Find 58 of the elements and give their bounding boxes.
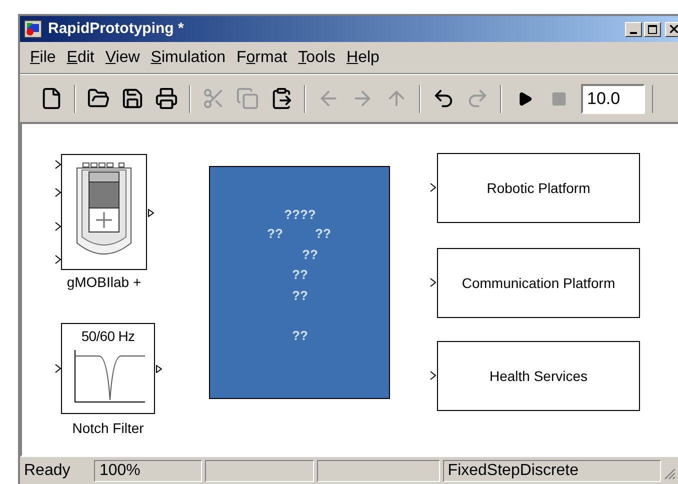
subsystem-block[interactable]: Robotic Platform [437,153,640,223]
menu-item[interactable]: Edit [62,46,98,70]
close-icon [670,25,678,33]
app-icon [24,20,42,38]
block-label: Notch Filter [71,419,145,438]
input-port-icon [55,364,61,373]
annotation-text: ?? [266,225,284,243]
menu-item[interactable]: Format [232,46,292,70]
play-icon [516,90,532,106]
copy-icon [236,87,259,110]
subsystem-block[interactable]: Health Services [437,341,640,411]
folder-icon [87,87,110,110]
minimize-button[interactable] [625,22,642,36]
status-text: Ready [24,460,72,480]
input-port-icon [55,255,61,264]
input-port-icon [430,183,436,192]
resize-grip-icon[interactable] [664,468,676,480]
maximize-icon [648,24,657,34]
menu-item[interactable]: Tools [294,46,340,70]
input-port-icon [55,222,61,231]
save-icon [121,87,144,110]
minimize-icon [630,32,637,34]
redo-icon [466,87,489,110]
menu-item[interactable]: Simulation [146,46,230,70]
input-port-icon [55,188,61,197]
filter-caption: 50/60 Hz [81,328,135,344]
input-port-icon [430,371,436,380]
subsystem-label: Health Services [489,366,588,386]
paste-icon [270,87,293,110]
menu-item[interactable]: Help [342,46,384,70]
subsystem-label: Communication Platform [462,274,616,292]
annotation-text: ?? [301,246,319,264]
annotation-text: ?? [291,266,309,284]
undo-icon [432,87,455,110]
menu-item[interactable]: File [26,46,60,70]
printer-icon [155,87,178,110]
close-button[interactable] [665,22,678,36]
input-port-icon [430,278,436,287]
subsystem-block[interactable]: Communication Platform [437,248,640,318]
notch-filter-block[interactable]: 50/60 Hz [61,323,155,414]
subsystem-label: Robotic Platform [486,178,590,198]
new-file-icon [40,87,63,110]
annotation-text: ?? [314,225,332,243]
annotation-text: ?? [291,287,309,305]
annotation-text: ???? [283,206,317,224]
maximize-button[interactable] [644,22,661,36]
annotation-block[interactable]: ???? ?? ?? ?? ?? ?? ?? [209,166,390,399]
status-pane: FixedStepDiscrete [442,460,662,482]
menu-item[interactable]: View [101,46,144,70]
block-label: gMOBIlab + [66,273,142,292]
window-title: RapidPrototyping * [48,18,184,39]
input-port-icon [55,160,61,169]
scissors-icon [202,87,225,110]
device-block[interactable] [61,154,147,270]
stop-time-field[interactable]: 10.0 [581,84,645,114]
stop-icon [550,90,566,106]
annotation-text: ?? [291,327,309,345]
status-pane: 100% [94,460,202,482]
